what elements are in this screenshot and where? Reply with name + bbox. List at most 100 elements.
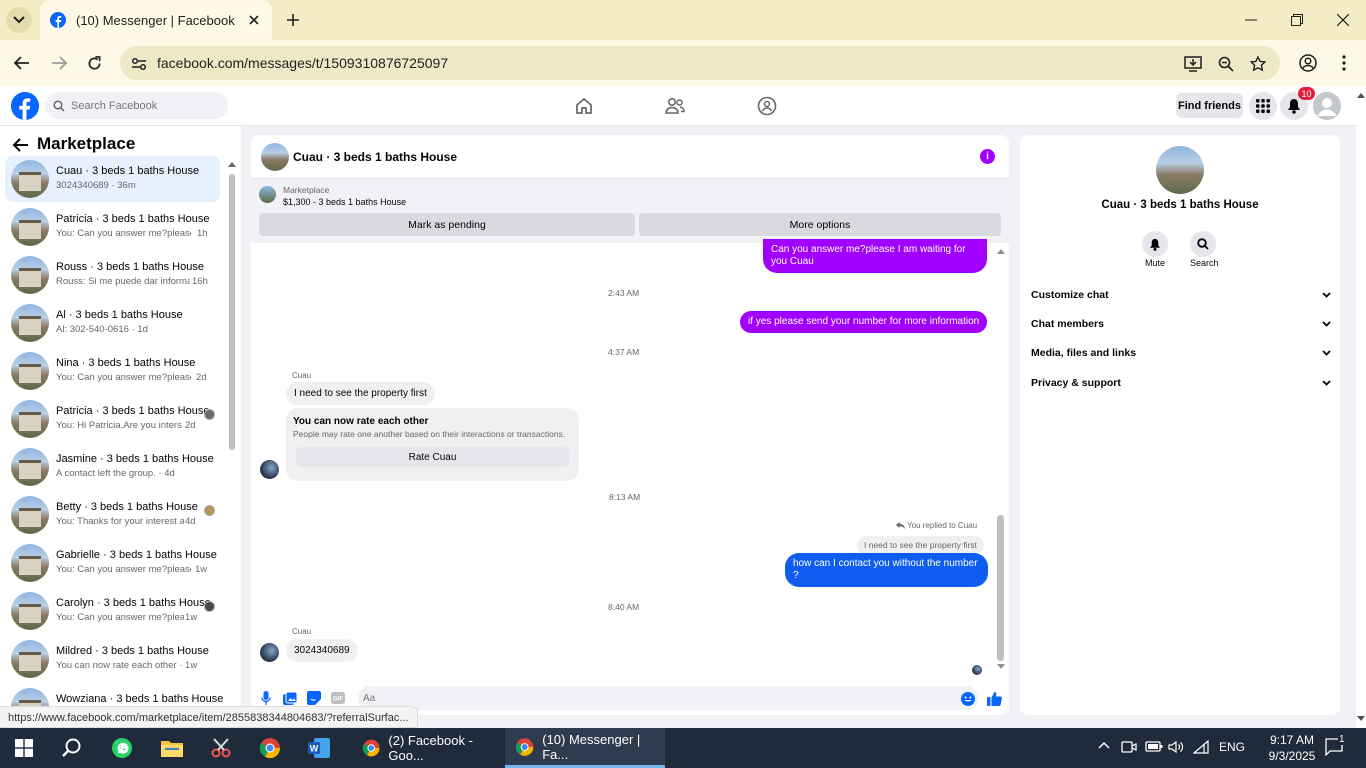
menu-button[interactable] <box>1249 92 1277 120</box>
message-input[interactable] <box>358 686 978 710</box>
conversation-item[interactable]: Betty · 3 beds 1 baths House You: Thanks… <box>5 492 220 538</box>
message-bubble-sent[interactable]: if yes please send your number for more … <box>740 311 988 333</box>
section-customize-chat[interactable]: Customize chat <box>1031 284 1331 306</box>
section-privacy-support[interactable]: Privacy & support <box>1031 372 1331 394</box>
mark-as-pending-button[interactable]: Mark as pending <box>259 213 635 236</box>
facebook-search[interactable] <box>45 92 228 119</box>
nav-home[interactable] <box>572 94 596 118</box>
contact-avatar[interactable] <box>260 643 279 662</box>
browser-menu-button[interactable] <box>1332 51 1356 75</box>
tab-search-button[interactable] <box>6 7 32 33</box>
scrollbar-thumb[interactable] <box>997 515 1004 661</box>
reload-button[interactable] <box>82 51 106 75</box>
address-bar[interactable]: facebook.com/messages/t/1509310876725097 <box>120 46 1280 80</box>
start-button[interactable] <box>5 732 43 764</box>
quoted-message[interactable]: I need to see the property first <box>857 536 984 554</box>
chat-list-scrollbar[interactable] <box>227 156 237 726</box>
message-bubble-sent[interactable]: Can you answer me?please I am waiting fo… <box>763 239 987 273</box>
close-tab-button[interactable] <box>244 10 264 30</box>
message-bubble-received[interactable]: I need to see the property first <box>286 382 435 405</box>
search-in-conversation-button[interactable] <box>1190 231 1216 257</box>
new-tab-button[interactable] <box>282 9 304 31</box>
mute-button[interactable] <box>1142 231 1168 257</box>
contact-avatar-large[interactable] <box>1156 146 1204 194</box>
chat-avatar[interactable] <box>261 143 289 171</box>
scrollbar-thumb[interactable] <box>229 174 235 450</box>
volume-icon[interactable] <box>1168 740 1184 754</box>
find-friends-button[interactable]: Find friends <box>1176 93 1243 118</box>
url-text[interactable]: facebook.com/messages/t/1509310876725097 <box>157 55 448 71</box>
conversation-item[interactable]: Gabrielle · 3 beds 1 baths House You: Ca… <box>5 540 220 586</box>
clock-date: 9/3/2025 <box>1268 749 1316 763</box>
back-button[interactable] <box>10 51 34 75</box>
conversation-item[interactable]: Mildred · 3 beds 1 baths House You can n… <box>5 636 220 682</box>
taskbar-task-messenger[interactable]: (10) Messenger | Fa... <box>505 728 665 768</box>
conversation-item[interactable]: Al · 3 beds 1 baths House Al: 302-540-06… <box>5 300 220 346</box>
emoji-button[interactable] <box>960 691 976 707</box>
conversation-item[interactable]: Rouss · 3 beds 1 baths House Rouss: Si m… <box>5 252 220 298</box>
system-clock[interactable]: 9:17 AM 9/3/2025 <box>1262 732 1322 764</box>
message-bubble-sent[interactable]: how can I contact you without the number… <box>785 553 988 587</box>
rate-button[interactable]: Rate Cuau <box>296 447 569 467</box>
install-app-button[interactable] <box>1183 54 1203 74</box>
message-bubble-received[interactable]: 3024340689 <box>286 639 358 662</box>
close-window-button[interactable] <box>1328 8 1358 32</box>
file-explorer-button[interactable] <box>153 732 191 764</box>
zoom-out-icon <box>1218 56 1234 72</box>
whatsapp-button[interactable] <box>103 732 141 764</box>
tab-messenger[interactable]: (10) Messenger | Facebook <box>40 0 272 40</box>
taskbar-task-facebook[interactable]: (2) Facebook - Goo... <box>352 728 502 768</box>
wifi-icon[interactable] <box>1193 740 1209 754</box>
facebook-logo[interactable] <box>11 92 39 120</box>
snipping-tool-button[interactable] <box>202 732 240 764</box>
bookmark-button[interactable] <box>1248 54 1268 74</box>
conversation-time: 1w <box>195 564 208 575</box>
conversation-info-button[interactable]: i <box>980 149 995 164</box>
minimize-button[interactable] <box>1236 8 1266 32</box>
section-media-files-links[interactable]: Media, files and links <box>1031 342 1331 364</box>
nav-friends[interactable] <box>663 94 687 118</box>
language-indicator[interactable]: ENG <box>1219 740 1245 754</box>
listing-price[interactable]: $1,300 - 3 beds 1 baths House <box>283 197 406 207</box>
chat-title[interactable]: Cuau · 3 beds 1 baths House <box>293 150 457 164</box>
gif-button[interactable]: GIF <box>330 690 346 706</box>
section-chat-members[interactable]: Chat members <box>1031 313 1331 335</box>
conversation-item[interactable]: Carolyn · 3 beds 1 baths House You: Can … <box>5 588 220 634</box>
conversation-item[interactable]: Cuau · 3 beds 1 baths House 3024340689 ·… <box>5 156 220 202</box>
search-icon <box>62 738 81 757</box>
message-scrollbar[interactable] <box>995 243 1007 673</box>
conversation-item[interactable]: Nina · 3 beds 1 baths House You: Can you… <box>5 348 220 394</box>
windows-taskbar: W (2) Facebook - Goo... (10) Messenger |… <box>0 728 1366 768</box>
battery-icon[interactable] <box>1145 740 1163 752</box>
show-hidden-icons-button[interactable] <box>1098 741 1110 749</box>
listing-thumbnail[interactable] <box>259 186 276 203</box>
like-button[interactable] <box>986 690 1002 706</box>
attach-media-button[interactable] <box>282 690 298 706</box>
conversation-item[interactable]: Patricia · 3 beds 1 baths House You: Hi … <box>5 396 220 442</box>
more-options-button[interactable]: More options <box>639 213 1001 236</box>
site-info-icon[interactable] <box>129 54 149 74</box>
back-arrow-icon[interactable] <box>12 136 30 154</box>
zoom-button[interactable] <box>1216 54 1236 74</box>
contact-name[interactable]: Cuau · 3 beds 1 baths House <box>1020 199 1340 211</box>
conversation-item[interactable]: Jasmine · 3 beds 1 baths House A contact… <box>5 444 220 490</box>
voice-clip-button[interactable] <box>258 690 274 706</box>
conversation-avatar <box>11 544 49 582</box>
action-center-button[interactable]: 1 <box>1325 734 1346 756</box>
nav-groups[interactable] <box>755 94 779 118</box>
facebook-search-input[interactable] <box>71 99 221 112</box>
contact-avatar[interactable] <box>260 460 279 479</box>
account-avatar[interactable] <box>1313 92 1341 120</box>
page-scrollbar[interactable] <box>1356 86 1366 728</box>
chrome-button[interactable] <box>251 732 289 764</box>
restore-button[interactable] <box>1282 8 1312 32</box>
sticker-icon <box>307 691 321 705</box>
bell-icon <box>1288 99 1300 114</box>
conversation-item[interactable]: Patricia · 3 beds 1 baths House You: Can… <box>5 204 220 250</box>
forward-button[interactable] <box>47 51 71 75</box>
taskbar-search-button[interactable] <box>53 732 91 764</box>
profile-button[interactable] <box>1296 51 1320 75</box>
meet-now-icon[interactable] <box>1121 740 1137 754</box>
sticker-button[interactable] <box>306 690 322 706</box>
word-button[interactable]: W <box>300 732 338 764</box>
